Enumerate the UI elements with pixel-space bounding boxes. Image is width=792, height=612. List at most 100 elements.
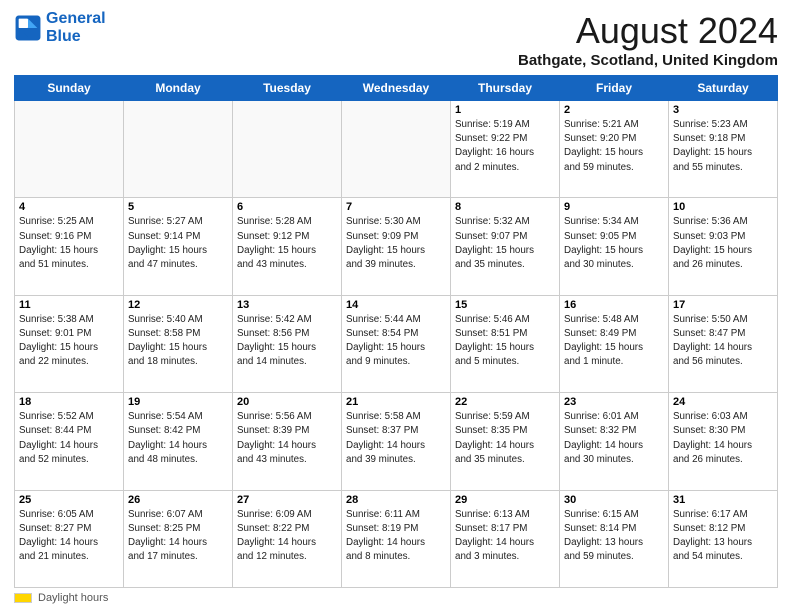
top-section: General Blue August 2024 Bathgate, Scotl… bbox=[14, 10, 778, 69]
calendar-cell: 19 Sunrise: 5:54 AMSunset: 8:42 PMDayligh… bbox=[124, 393, 233, 490]
calendar-cell bbox=[15, 101, 124, 198]
logo-icon bbox=[14, 14, 42, 42]
day-number: 6 bbox=[237, 201, 337, 213]
calendar-cell: 29Sunrise: 6:13 AMSunset: 8:17 PMDayligh… bbox=[451, 490, 560, 587]
day-info: Sunrise: 5:32 AMSunset: 9:07 PMDaylight:… bbox=[455, 215, 555, 272]
day-number: 3 bbox=[673, 104, 773, 116]
calendar-table: SundayMondayTuesdayWednesdayThursdayFrid… bbox=[14, 75, 778, 588]
page: General Blue August 2024 Bathgate, Scotl… bbox=[0, 0, 792, 612]
day-number: 1 bbox=[455, 104, 555, 116]
day-number: 14 bbox=[346, 299, 446, 311]
calendar-cell: 25 Sunrise: 6:05 AMSunset: 8:27 PMDayligh… bbox=[15, 490, 124, 587]
day-info: Sunrise: 5:19 AMSunset: 9:22 PMDaylight:… bbox=[455, 118, 555, 175]
day-info: Sunrise: 6:05 AMSunset: 8:27 PMDaylight:… bbox=[19, 508, 119, 565]
footer: Daylight hours bbox=[14, 592, 778, 604]
day-number: 26 bbox=[128, 494, 228, 506]
day-number: 22 bbox=[455, 396, 555, 408]
day-info: Sunrise: 6:15 AMSunset: 8:14 PMDaylight:… bbox=[564, 508, 664, 565]
location: Bathgate, Scotland, United Kingdom bbox=[518, 52, 778, 69]
month-title: August 2024 bbox=[518, 10, 778, 52]
day-info: Sunrise: 5:27 AMSunset: 9:14 PMDaylight:… bbox=[128, 215, 228, 272]
calendar-cell: 8 Sunrise: 5:32 AMSunset: 9:07 PMDaylight… bbox=[451, 198, 560, 295]
day-number: 17 bbox=[673, 299, 773, 311]
day-number: 4 bbox=[19, 201, 119, 213]
day-info: Sunrise: 6:13 AMSunset: 8:17 PMDaylight:… bbox=[455, 508, 555, 565]
calendar-week-row: 1 Sunrise: 5:19 AMSunset: 9:22 PMDaylight… bbox=[15, 101, 778, 198]
calendar-cell: 9Sunrise: 5:34 AMSunset: 9:05 PMDaylight… bbox=[560, 198, 669, 295]
day-info: Sunrise: 5:50 AMSunset: 8:47 PMDaylight:… bbox=[673, 313, 773, 370]
calendar-cell: 12 Sunrise: 5:40 AMSunset: 8:58 PMDayligh… bbox=[124, 295, 233, 392]
day-info: Sunrise: 5:34 AMSunset: 9:05 PMDaylight:… bbox=[564, 215, 664, 272]
calendar-cell: 14Sunrise: 5:44 AMSunset: 8:54 PMDayligh… bbox=[342, 295, 451, 392]
day-info: Sunrise: 6:17 AMSunset: 8:12 PMDaylight:… bbox=[673, 508, 773, 565]
calendar-header-row: SundayMondayTuesdayWednesdayThursdayFrid… bbox=[15, 76, 778, 101]
calendar-cell: 4Sunrise: 5:25 AMSunset: 9:16 PMDaylight… bbox=[15, 198, 124, 295]
calendar-cell: 7 Sunrise: 5:30 AMSunset: 9:09 PMDaylight… bbox=[342, 198, 451, 295]
day-number: 8 bbox=[455, 201, 555, 213]
day-number: 20 bbox=[237, 396, 337, 408]
calendar-week-row: 25 Sunrise: 6:05 AMSunset: 8:27 PMDayligh… bbox=[15, 490, 778, 587]
day-number: 18 bbox=[19, 396, 119, 408]
weekday-header: Thursday bbox=[451, 76, 560, 101]
calendar-cell: 17 Sunrise: 5:50 AMSunset: 8:47 PMDayligh… bbox=[669, 295, 778, 392]
logo: General Blue bbox=[14, 10, 106, 45]
day-info: Sunrise: 5:54 AMSunset: 8:42 PMDaylight:… bbox=[128, 410, 228, 467]
day-info: Sunrise: 5:46 AMSunset: 8:51 PMDaylight:… bbox=[455, 313, 555, 370]
calendar-cell: 24 Sunrise: 6:03 AMSunset: 8:30 PMDayligh… bbox=[669, 393, 778, 490]
day-info: Sunrise: 5:59 AMSunset: 8:35 PMDaylight:… bbox=[455, 410, 555, 467]
day-info: Sunrise: 5:30 AMSunset: 9:09 PMDaylight:… bbox=[346, 215, 446, 272]
day-info: Sunrise: 5:58 AMSunset: 8:37 PMDaylight:… bbox=[346, 410, 446, 467]
calendar-cell: 16 Sunrise: 5:48 AMSunset: 8:49 PMDayligh… bbox=[560, 295, 669, 392]
day-number: 16 bbox=[564, 299, 664, 311]
daylight-label: Daylight hours bbox=[38, 592, 108, 604]
weekday-header: Friday bbox=[560, 76, 669, 101]
day-info: Sunrise: 5:28 AMSunset: 9:12 PMDaylight:… bbox=[237, 215, 337, 272]
calendar-cell: 18Sunrise: 5:52 AMSunset: 8:44 PMDayligh… bbox=[15, 393, 124, 490]
header-right: August 2024 Bathgate, Scotland, United K… bbox=[518, 10, 778, 69]
day-info: Sunrise: 6:09 AMSunset: 8:22 PMDaylight:… bbox=[237, 508, 337, 565]
calendar-cell bbox=[342, 101, 451, 198]
day-number: 11 bbox=[19, 299, 119, 311]
calendar-cell: 1 Sunrise: 5:19 AMSunset: 9:22 PMDaylight… bbox=[451, 101, 560, 198]
day-info: Sunrise: 5:56 AMSunset: 8:39 PMDaylight:… bbox=[237, 410, 337, 467]
day-number: 24 bbox=[673, 396, 773, 408]
day-info: Sunrise: 5:42 AMSunset: 8:56 PMDaylight:… bbox=[237, 313, 337, 370]
day-number: 5 bbox=[128, 201, 228, 213]
day-info: Sunrise: 5:40 AMSunset: 8:58 PMDaylight:… bbox=[128, 313, 228, 370]
day-number: 15 bbox=[455, 299, 555, 311]
daylight-bar-icon bbox=[14, 593, 32, 603]
calendar-cell bbox=[233, 101, 342, 198]
logo-text: General Blue bbox=[46, 10, 106, 45]
calendar-cell: 2Sunrise: 5:21 AMSunset: 9:20 PMDaylight… bbox=[560, 101, 669, 198]
weekday-header: Monday bbox=[124, 76, 233, 101]
day-info: Sunrise: 6:03 AMSunset: 8:30 PMDaylight:… bbox=[673, 410, 773, 467]
day-info: Sunrise: 5:48 AMSunset: 8:49 PMDaylight:… bbox=[564, 313, 664, 370]
day-number: 13 bbox=[237, 299, 337, 311]
calendar-cell: 31 Sunrise: 6:17 AMSunset: 8:12 PMDayligh… bbox=[669, 490, 778, 587]
day-info: Sunrise: 6:11 AMSunset: 8:19 PMDaylight:… bbox=[346, 508, 446, 565]
weekday-header: Sunday bbox=[15, 76, 124, 101]
calendar-cell: 6 Sunrise: 5:28 AMSunset: 9:12 PMDaylight… bbox=[233, 198, 342, 295]
day-number: 7 bbox=[346, 201, 446, 213]
weekday-header: Saturday bbox=[669, 76, 778, 101]
calendar-cell bbox=[124, 101, 233, 198]
day-info: Sunrise: 6:07 AMSunset: 8:25 PMDaylight:… bbox=[128, 508, 228, 565]
calendar-cell: 10 Sunrise: 5:36 AMSunset: 9:03 PMDayligh… bbox=[669, 198, 778, 295]
day-number: 25 bbox=[19, 494, 119, 506]
calendar-cell: 5 Sunrise: 5:27 AMSunset: 9:14 PMDaylight… bbox=[124, 198, 233, 295]
calendar-cell: 30 Sunrise: 6:15 AMSunset: 8:14 PMDayligh… bbox=[560, 490, 669, 587]
day-number: 27 bbox=[237, 494, 337, 506]
calendar-cell: 27 Sunrise: 6:09 AMSunset: 8:22 PMDayligh… bbox=[233, 490, 342, 587]
calendar-cell: 13 Sunrise: 5:42 AMSunset: 8:56 PMDayligh… bbox=[233, 295, 342, 392]
day-number: 30 bbox=[564, 494, 664, 506]
calendar-cell: 3Sunrise: 5:23 AMSunset: 9:18 PMDaylight… bbox=[669, 101, 778, 198]
day-number: 12 bbox=[128, 299, 228, 311]
calendar-cell: 11Sunrise: 5:38 AMSunset: 9:01 PMDayligh… bbox=[15, 295, 124, 392]
calendar-cell: 26 Sunrise: 6:07 AMSunset: 8:25 PMDayligh… bbox=[124, 490, 233, 587]
calendar-cell: 28Sunrise: 6:11 AMSunset: 8:19 PMDayligh… bbox=[342, 490, 451, 587]
day-info: Sunrise: 5:36 AMSunset: 9:03 PMDaylight:… bbox=[673, 215, 773, 272]
day-number: 31 bbox=[673, 494, 773, 506]
day-number: 10 bbox=[673, 201, 773, 213]
day-number: 19 bbox=[128, 396, 228, 408]
calendar-cell: 15 Sunrise: 5:46 AMSunset: 8:51 PMDayligh… bbox=[451, 295, 560, 392]
